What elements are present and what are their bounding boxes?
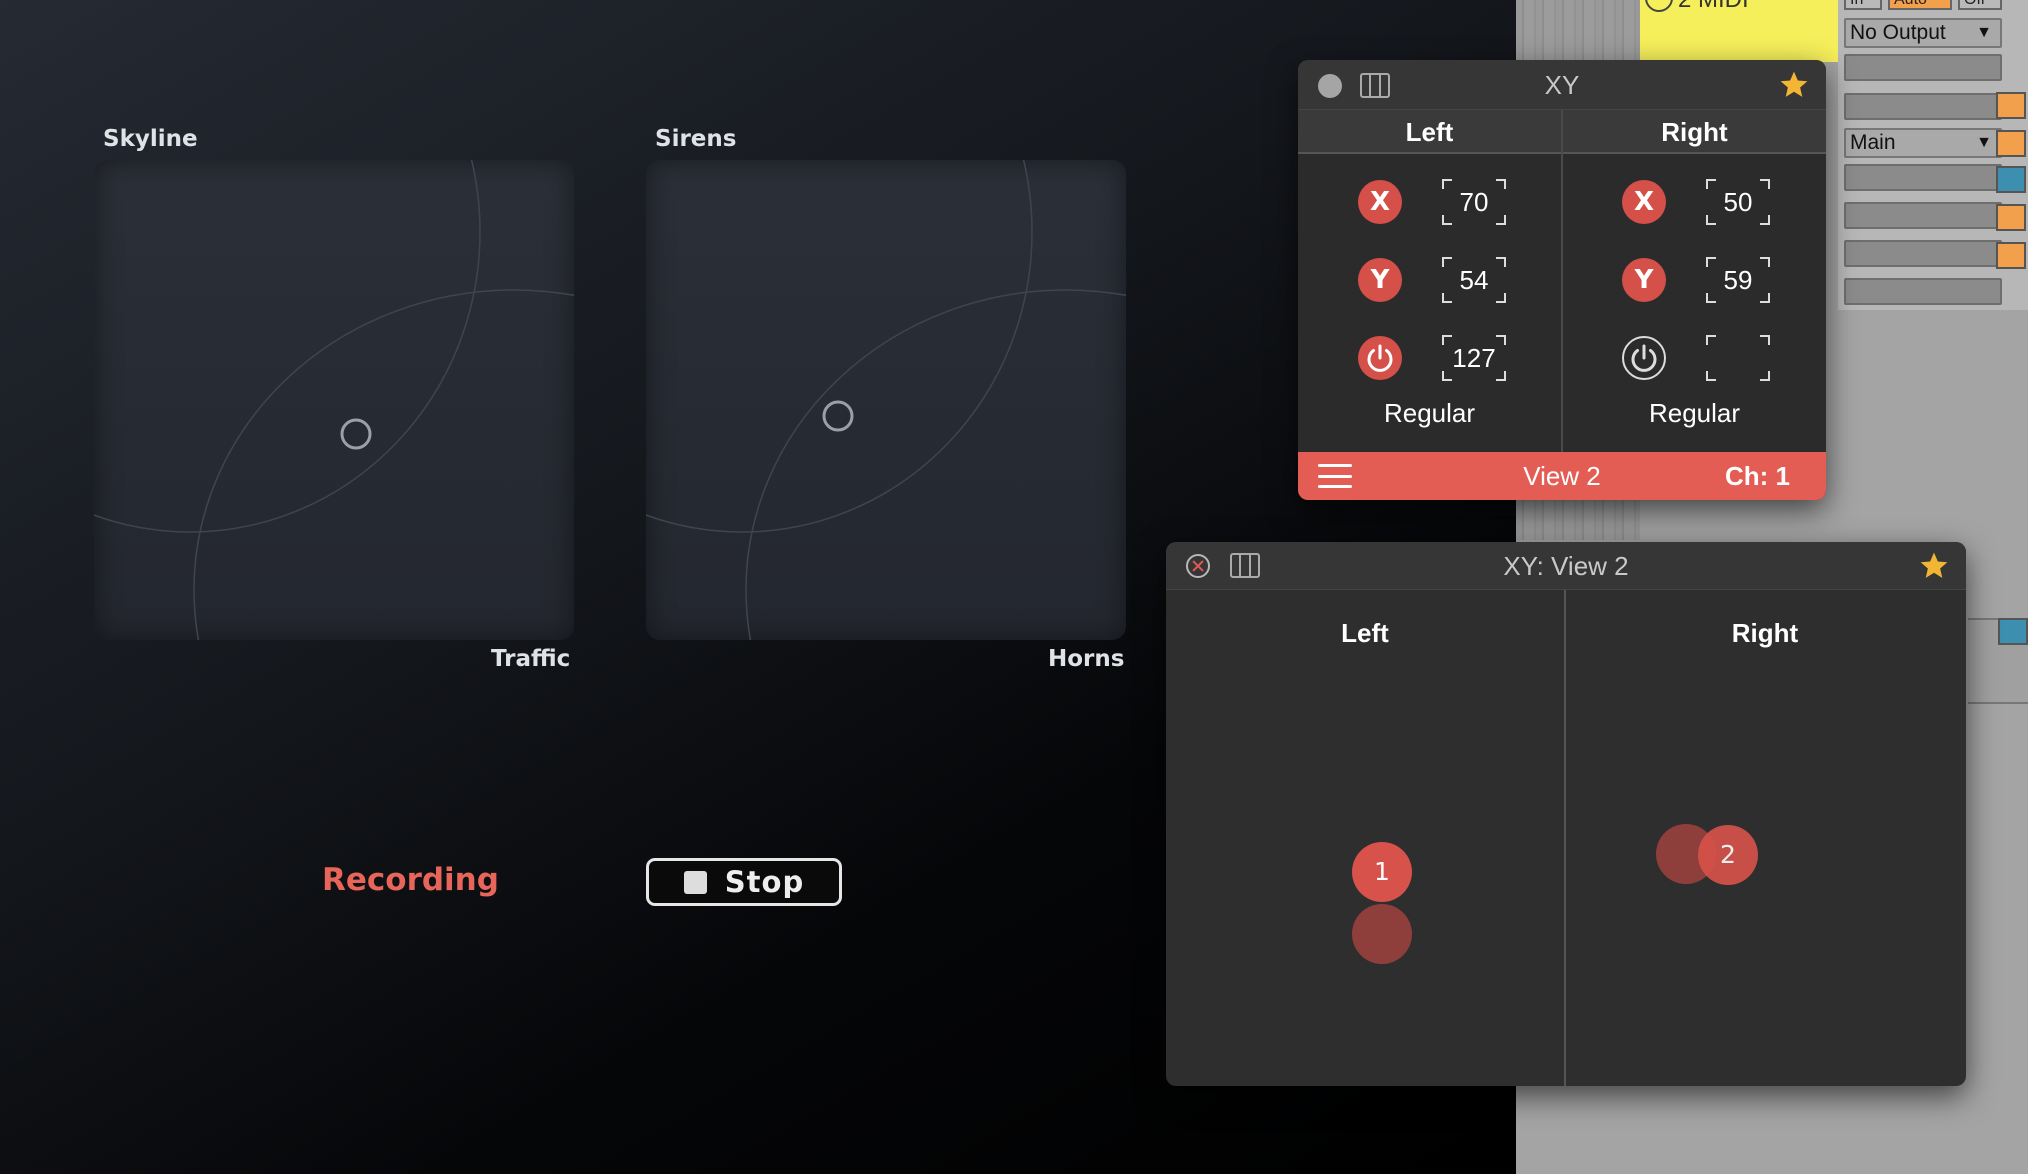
pad-bottom-label-horns: Horns [1048, 646, 1125, 672]
power-icon [1367, 344, 1393, 372]
pad-guides [646, 160, 1126, 640]
stop-icon [683, 870, 707, 894]
y-value-right[interactable]: 59 [1706, 257, 1770, 303]
xy-footer-bar: View 2 Ch: 1 [1298, 452, 1826, 500]
stop-button[interactable]: Stop [646, 858, 842, 906]
power-button-left[interactable] [1358, 336, 1402, 380]
x-value-right[interactable]: 50 [1706, 179, 1770, 225]
column-header-right: Right [1563, 110, 1826, 154]
power-value-left[interactable]: 127 [1442, 335, 1506, 381]
column-header-left: Left [1298, 110, 1561, 154]
power-value-right[interactable] [1706, 335, 1770, 381]
io-field[interactable] [1844, 278, 2002, 305]
stop-label: Stop [724, 865, 805, 899]
mode-label-right[interactable]: Regular [1563, 398, 1826, 429]
clip-label: 2 MIDI [1678, 0, 1749, 14]
power-value-left-text: 127 [1452, 343, 1496, 373]
y-value-left[interactable]: 54 [1442, 257, 1506, 303]
io-field[interactable] [1844, 240, 2002, 267]
y-axis-button-right[interactable]: Y [1622, 258, 1666, 302]
track-color-swatch[interactable] [1998, 618, 2028, 645]
monitor-auto-toggle[interactable]: Auto [1888, 0, 1952, 10]
pad-cursor[interactable] [822, 400, 854, 432]
io-field[interactable] [1844, 54, 2002, 81]
x-value-left[interactable]: 70 [1442, 179, 1506, 225]
dropdown-arrow-icon: ▼ [1976, 24, 1992, 41]
xy-view-window: XY: View 2 Left Right 1 2 [1166, 542, 1966, 1086]
x-axis-button-right[interactable]: X [1622, 180, 1666, 224]
y-axis-button-left[interactable]: Y [1358, 258, 1402, 302]
view-divider [1564, 590, 1566, 1086]
x-value-left-text: 70 [1459, 187, 1489, 217]
track-color-swatch[interactable] [1996, 242, 2026, 269]
xy-window: XY Left Right X 70 Y 54 127 Regular X 50… [1298, 60, 1826, 500]
favorite-star-icon[interactable] [1918, 550, 1950, 582]
monitor-off-toggle[interactable]: Off [1958, 0, 2002, 10]
io-field[interactable] [1844, 202, 2002, 229]
touch-point-ghost-left[interactable] [1352, 904, 1412, 964]
io-field[interactable] [1844, 164, 2002, 191]
output-select[interactable]: No Output ▼ [1844, 18, 2002, 48]
dropdown-arrow-icon: ▼ [1976, 134, 1992, 151]
hamburger-menu-icon[interactable] [1318, 464, 1352, 488]
recording-status: Recording [322, 862, 499, 898]
y-value-right-text: 59 [1723, 265, 1753, 295]
pad-guides [94, 160, 574, 640]
pad-cursor[interactable] [340, 418, 372, 450]
xy-pad-sirens-horns[interactable] [646, 160, 1126, 640]
output-select-value: No Output [1850, 21, 1946, 44]
io-field[interactable] [1844, 93, 2002, 120]
x-axis-button-left[interactable]: X [1358, 180, 1402, 224]
power-icon [1631, 344, 1657, 372]
xy-pad-skyline-traffic[interactable] [94, 160, 574, 640]
pad-top-label-skyline: Skyline [103, 126, 198, 152]
track-color-swatch[interactable] [1996, 166, 2026, 193]
track-color-swatch[interactable] [1996, 130, 2026, 157]
x-value-right-text: 50 [1723, 187, 1753, 217]
touch-point-2[interactable]: 2 [1698, 825, 1758, 885]
window-title: XY: View 2 [1503, 551, 1629, 581]
pad-bottom-label-traffic: Traffic [491, 646, 571, 672]
monitor-in-toggle[interactable]: In [1844, 0, 1882, 10]
main-select[interactable]: Main ▼ [1844, 128, 2002, 158]
window-title: XY [1544, 70, 1580, 100]
view-header-left: Left [1341, 618, 1389, 648]
midi-channel-selector[interactable]: Ch: 1 [1725, 452, 1790, 500]
pad-top-label-sirens: Sirens [655, 126, 737, 152]
power-button-right[interactable] [1622, 336, 1666, 380]
y-value-left-text: 54 [1459, 265, 1489, 295]
touch-point-1[interactable]: 1 [1352, 842, 1412, 902]
mode-label-left[interactable]: Regular [1298, 398, 1561, 429]
track-color-swatch[interactable] [1996, 204, 2026, 231]
favorite-star-icon[interactable] [1778, 69, 1810, 101]
track-color-swatch[interactable] [1996, 92, 2026, 119]
view-header-right: Right [1731, 618, 1799, 648]
main-select-value: Main [1850, 131, 1896, 154]
